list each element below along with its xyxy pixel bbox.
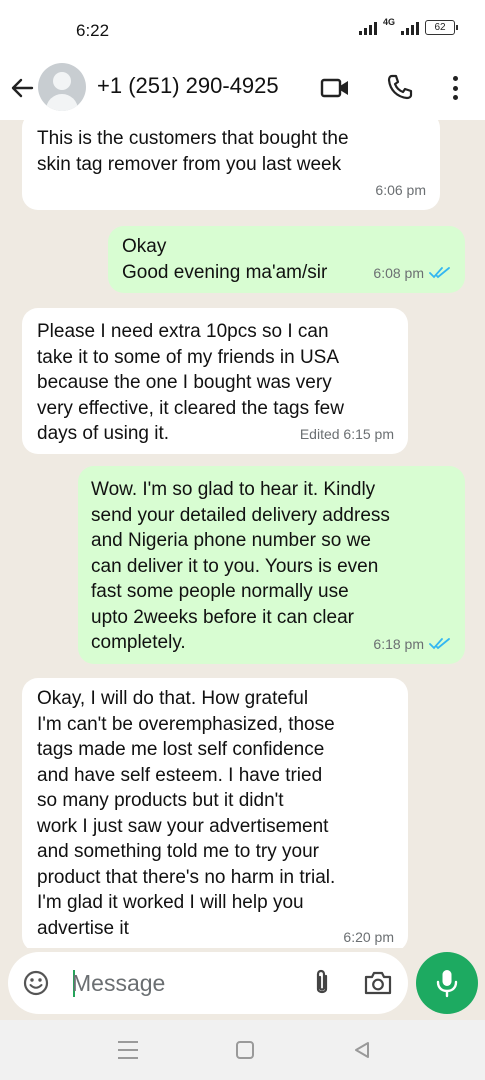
read-receipt-icon <box>429 267 450 279</box>
attach-icon[interactable] <box>310 968 334 998</box>
message-meta: 6:06 pm <box>375 178 426 204</box>
message-text: This is the customers that bought the sk… <box>37 128 349 175</box>
contact-name[interactable]: +1 (251) 290-4925 <box>97 73 279 99</box>
video-call-icon[interactable] <box>320 76 350 100</box>
read-receipt-icon <box>429 638 450 650</box>
message-composer <box>8 952 408 1014</box>
emoji-icon[interactable] <box>22 969 50 997</box>
mic-icon[interactable] <box>416 952 478 1014</box>
network-type: 4G <box>382 16 395 27</box>
status-time: 6:22 <box>76 21 110 40</box>
message-meta: Edited 6:15 pm <box>300 422 394 448</box>
message-bubble-incoming[interactable]: Please I need extra 10pcs so I can take … <box>22 308 408 454</box>
message-time: Edited 6:15 pm <box>299 425 394 442</box>
recent-apps-icon[interactable] <box>118 1041 138 1059</box>
message-text: Wow. I'm so glad to hear it. Kindly send… <box>91 479 390 653</box>
message-meta: 6:08 pm <box>373 261 451 287</box>
home-icon[interactable] <box>236 1041 254 1059</box>
chat-header: +1 (251) 290-4925 <box>0 56 485 120</box>
nav-back-icon[interactable] <box>352 1040 372 1060</box>
signal-icon-2 <box>401 21 419 35</box>
avatar[interactable] <box>38 63 86 111</box>
message-time: 6:20 pm <box>343 928 394 945</box>
message-bubble-incoming[interactable]: Okay, I will do that. How grateful I'm c… <box>22 678 408 948</box>
system-nav-bar <box>0 1020 485 1080</box>
battery-icon: 62 <box>425 20 458 35</box>
message-input[interactable] <box>72 968 292 998</box>
camera-icon[interactable] <box>363 970 393 996</box>
message-bubble-incoming[interactable]: This is the customers that bought the sk… <box>22 120 440 210</box>
phone-call-icon[interactable] <box>386 73 414 101</box>
message-bubble-outgoing[interactable]: Wow. I'm so glad to hear it. Kindly send… <box>78 466 465 664</box>
message-list[interactable]: This is the customers that bought the sk… <box>0 120 485 948</box>
message-time: 6:18 pm <box>373 635 424 652</box>
status-icons: 4G 62 <box>358 16 458 35</box>
message-meta: 6:18 pm <box>373 632 451 658</box>
message-time: 6:06 pm <box>375 181 426 198</box>
message-meta: 6:20 pm <box>343 925 394 949</box>
back-arrow-icon[interactable] <box>8 74 36 102</box>
more-options-icon[interactable] <box>446 73 464 103</box>
status-bar: 6:22 4G 62 <box>0 0 485 56</box>
message-bubble-outgoing[interactable]: Okay Good evening ma'am/sir 6:08 pm <box>108 226 465 293</box>
signal-icon <box>358 21 377 35</box>
battery-level: 62 <box>434 22 446 33</box>
message-time: 6:08 pm <box>373 264 424 281</box>
message-text: Okay, I will do that. How grateful I'm c… <box>37 688 336 939</box>
